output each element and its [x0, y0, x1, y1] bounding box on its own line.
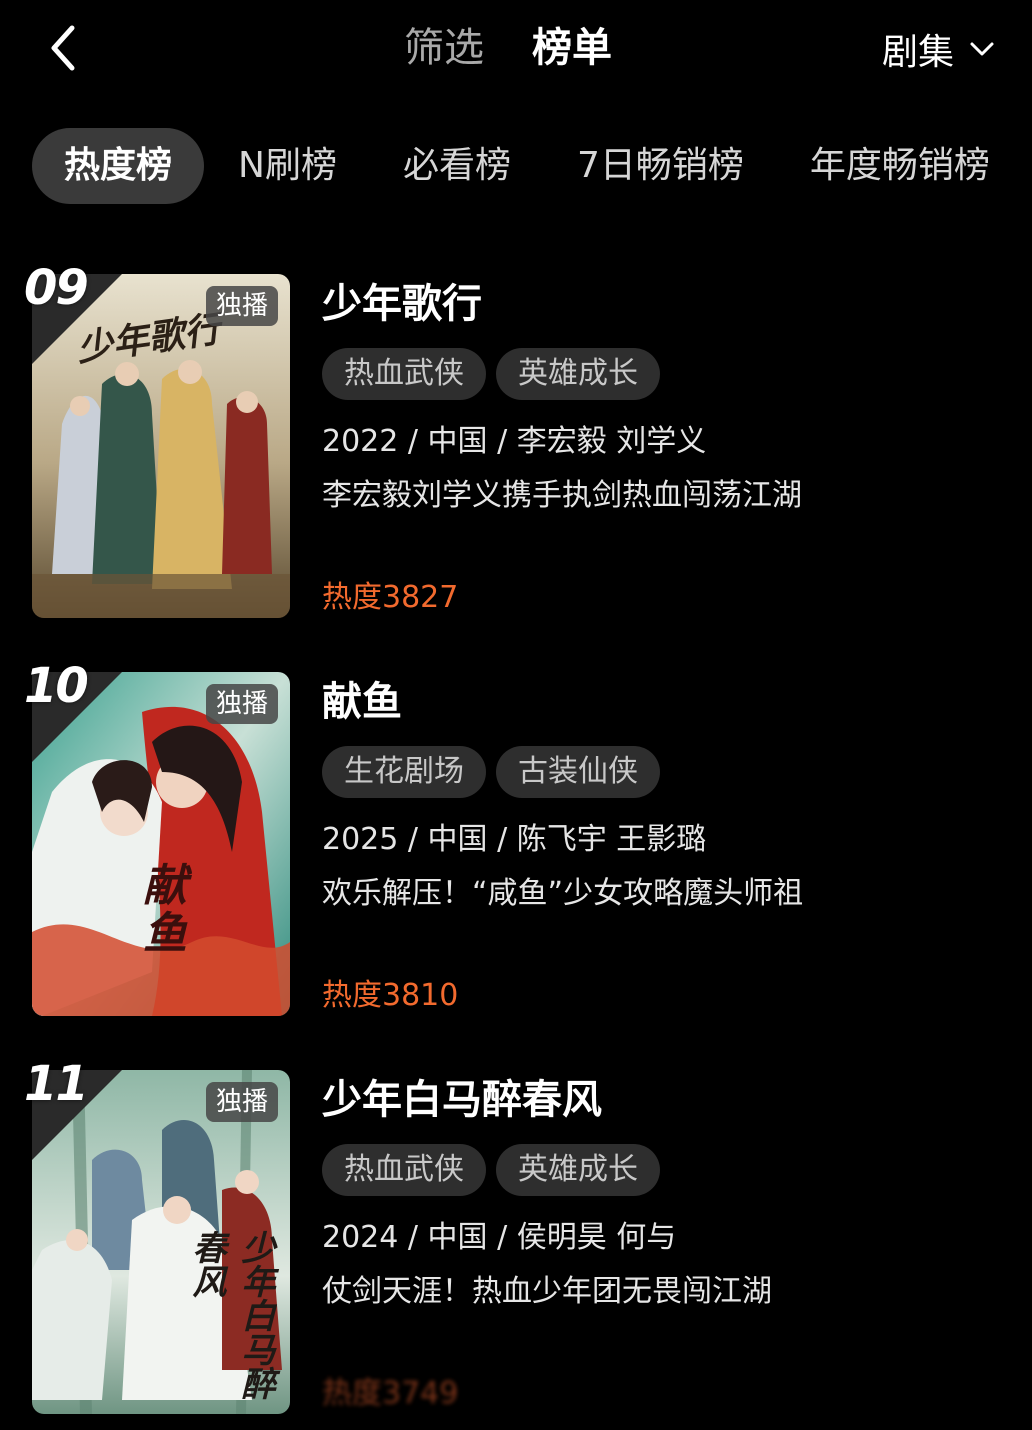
ranking-subtabs: 热度榜 N刷榜 必看榜 7日畅销榜 年度畅销榜 [32, 128, 1032, 204]
heat-score: 热度3810 [322, 978, 459, 1013]
list-item[interactable]: 献鱼 独播 10 献鱼 生花剧场 古装仙侠 2025 / 中国 / 陈飞宇 王影… [0, 658, 1032, 1032]
show-title[interactable]: 少年歌行 [322, 278, 482, 330]
exclusive-badge: 独播 [205, 286, 278, 326]
rank-number: 09 [24, 260, 89, 316]
chevron-left-icon [51, 25, 75, 71]
list-item[interactable]: 少年歌行 独播 09 少年歌行 热血武侠 英雄成长 2022 / 中国 / 李宏… [0, 260, 1032, 634]
list-item[interactable]: 少年白马醉春风 独播 11 少年白马醉春风 热血武侠 英雄成长 2024 / 中… [0, 1056, 1032, 1430]
tag-list: 生花剧场 古装仙侠 [322, 746, 670, 798]
show-description: 欢乐解压！“咸鱼”少女攻略魔头师祖 [322, 876, 804, 911]
tab-filter[interactable]: 筛选 [404, 22, 484, 74]
genre-tag[interactable]: 生花剧场 [322, 746, 486, 798]
exclusive-badge: 独播 [205, 684, 278, 724]
show-meta: 2024 / 中国 / 侯明昊 何与 [322, 1220, 677, 1255]
heat-score: 热度3749 [322, 1376, 459, 1411]
category-dropdown[interactable]: 剧集 [882, 24, 996, 74]
genre-tag[interactable]: 古装仙侠 [496, 746, 660, 798]
genre-tag[interactable]: 英雄成长 [496, 1144, 660, 1196]
rank-number: 11 [24, 1056, 89, 1112]
heat-score: 热度3827 [322, 580, 459, 615]
subtab-7day-bestseller[interactable]: 7日畅销榜 [545, 128, 776, 204]
chevron-down-icon [970, 42, 994, 56]
show-meta: 2022 / 中国 / 李宏毅 刘学义 [322, 424, 707, 459]
tab-ranking[interactable]: 榜单 [532, 22, 612, 74]
genre-tag[interactable]: 英雄成长 [496, 348, 660, 400]
tag-list: 热血武侠 英雄成长 [322, 1144, 670, 1196]
subtab-annual-bestseller[interactable]: 年度畅销榜 [778, 128, 1022, 204]
top-bar: 筛选 榜单 剧集 [0, 0, 1032, 100]
subtab-rewatch[interactable]: N刷榜 [206, 128, 369, 204]
tag-list: 热血武侠 英雄成长 [322, 348, 670, 400]
rank-number: 10 [24, 658, 89, 714]
show-title[interactable]: 献鱼 [322, 676, 402, 728]
exclusive-badge: 独播 [205, 1082, 278, 1122]
genre-tag[interactable]: 热血武侠 [322, 1144, 486, 1196]
category-dropdown-label: 剧集 [881, 32, 954, 73]
show-description: 仗剑天涯！热血少年团无畏闯江湖 [322, 1274, 772, 1309]
genre-tag[interactable]: 热血武侠 [322, 348, 486, 400]
back-button[interactable] [44, 22, 84, 74]
subtab-must-watch[interactable]: 必看榜 [371, 128, 543, 204]
poster-title-art: 献鱼 [135, 862, 186, 958]
show-meta: 2025 / 中国 / 陈飞宇 王影璐 [322, 822, 707, 857]
poster-title-art: 少年白马醉春风 [186, 1230, 275, 1400]
show-description: 李宏毅刘学义携手执剑热血闯荡江湖 [322, 478, 802, 513]
show-title[interactable]: 少年白马醉春风 [322, 1074, 602, 1126]
subtab-hot[interactable]: 热度榜 [32, 128, 205, 204]
